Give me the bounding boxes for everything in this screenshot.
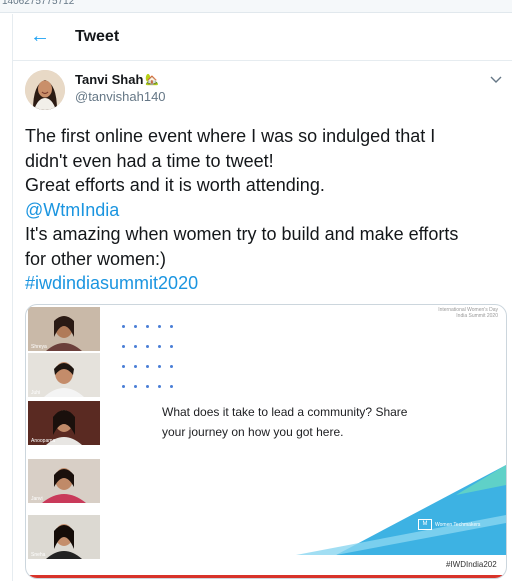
participant-tile: Juhi [28, 353, 100, 397]
participant-name: Sneha [31, 552, 46, 558]
tweet-line: didn't even had a time to tweet! [25, 150, 274, 171]
mention-link[interactable]: @WtmIndia [25, 198, 505, 223]
url-fragment: 1406275775712 [2, 0, 75, 7]
author-name-row[interactable]: Tanvi Shah 🏡 [75, 72, 159, 87]
wtm-logo-icon: M [418, 519, 432, 530]
tweet-line: It's amazing when women try to build and… [25, 224, 459, 244]
tweet-text: The first online event where I was so in… [25, 124, 505, 296]
participant-name: Anoopama [31, 438, 56, 444]
avatar[interactable] [25, 70, 65, 110]
tweet-media-image[interactable]: Shreya Juhi Anoopama Janvi Sneha Interna… [25, 304, 507, 579]
teal-stripes-graphic [296, 465, 506, 555]
chevron-down-icon[interactable] [489, 72, 503, 86]
participant-tile: Anoopama [28, 401, 100, 445]
hashtag-link[interactable]: #iwdindiasummit2020 [25, 271, 505, 296]
tweet-header: ← Tweet [13, 14, 512, 61]
slide-question: What does it take to lead a community? S… [162, 402, 407, 442]
brand-label: Women Techmakers [435, 521, 481, 528]
tweet-line: Great efforts and it is worth attending. [25, 175, 325, 195]
browser-url-strip: 1406275775712 [0, 0, 512, 13]
slide-header: International Women's Day India Summit 2… [438, 307, 498, 319]
house-emoji-icon: 🏡 [145, 74, 160, 86]
participant-tile: Janvi [28, 459, 100, 503]
author-handle[interactable]: @tanvishah140 [75, 89, 166, 104]
tweet-line: The first online event where I was so in… [25, 126, 436, 146]
slide-question-line: your journey on how you got here. [162, 425, 344, 439]
participant-tile: Sneha [28, 515, 100, 559]
tweet-panel: ← Tweet Tanvi Shah 🏡 @tanvishah140 The f… [12, 14, 512, 581]
back-arrow-icon[interactable]: ← [29, 25, 51, 47]
women-techmakers-brand: M Women Techmakers [418, 519, 480, 530]
slide-hashtag: #IWDIndia202 [446, 560, 497, 569]
avatar-image [25, 70, 65, 110]
participant-name: Janvi [31, 496, 43, 502]
tweet-line: for other women:) [25, 248, 167, 269]
page-title: Tweet [75, 28, 120, 45]
slide-question-line: What does it take to lead a community? S… [162, 405, 408, 419]
slide-red-bar [26, 575, 506, 578]
participant-name: Juhi [31, 390, 41, 396]
slide-header-line: India Summit 2020 [456, 313, 498, 319]
author-name[interactable]: Tanvi Shah [75, 72, 143, 87]
participant-name: Shreya [31, 344, 47, 350]
participant-tile: Shreya [28, 307, 100, 351]
